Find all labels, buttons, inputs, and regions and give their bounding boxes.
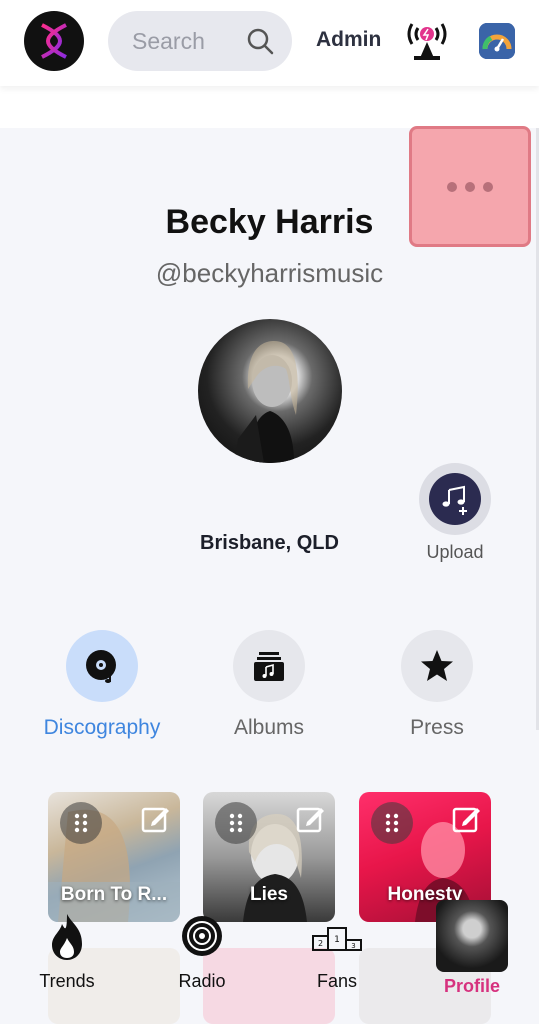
nav-trends[interactable]: Trends — [34, 912, 100, 992]
album-card-born-to-rise[interactable]: Born To R... — [48, 792, 180, 922]
artist-handle: @beckyharrismusic — [155, 258, 384, 288]
album-card-lies[interactable]: Lies — [203, 792, 335, 922]
more-dot — [465, 181, 475, 192]
tab-press-circle — [401, 630, 473, 702]
album-title: Lies — [249, 884, 289, 905]
search-bar[interactable] — [108, 11, 292, 71]
search-icon[interactable] — [246, 27, 274, 55]
drag-handle[interactable] — [215, 802, 257, 844]
nav-trends-label: Trends — [39, 971, 95, 991]
header-spacer — [0, 86, 539, 128]
tab-discography[interactable]: Discography — [17, 630, 187, 740]
svg-text:1: 1 — [334, 935, 340, 945]
tab-discography-circle — [66, 630, 138, 702]
nav-radio-label: Radio — [178, 971, 226, 991]
nav-profile-label: Profile — [443, 976, 500, 996]
drag-dots-icon — [74, 813, 88, 833]
top-bar: Admin — [0, 0, 539, 86]
app-logo[interactable] — [24, 11, 84, 71]
drag-handle[interactable] — [371, 802, 413, 844]
dashboard-gauge-icon[interactable] — [479, 23, 515, 59]
broadcast-tower-icon[interactable] — [404, 18, 450, 62]
podium-icon: 1 2 3 — [312, 927, 362, 951]
tab-discography-label: Discography — [43, 716, 161, 739]
tab-albums-label: Albums — [233, 716, 305, 739]
edit-icon[interactable] — [451, 804, 481, 834]
svg-text:2: 2 — [318, 939, 323, 948]
logo-icon — [40, 23, 68, 59]
search-input[interactable] — [132, 27, 232, 55]
nav-fans[interactable]: 1 2 3 Fans — [308, 912, 366, 992]
music-plus-icon — [442, 485, 467, 515]
flame-icon — [52, 914, 82, 960]
nav-profile[interactable]: Profile — [436, 900, 508, 997]
admin-link[interactable]: Admin — [316, 28, 381, 52]
artist-avatar[interactable] — [198, 319, 342, 463]
tab-press[interactable]: Press — [352, 630, 522, 740]
artist-name: Becky Harris — [165, 203, 374, 241]
drag-dots-icon — [385, 813, 399, 833]
nav-radio[interactable]: Radio — [172, 912, 232, 992]
album-stack-icon — [254, 652, 284, 681]
tab-albums-circle — [233, 630, 305, 702]
avatar-image — [234, 341, 298, 463]
edit-icon[interactable] — [140, 804, 170, 834]
nav-fans-label: Fans — [316, 971, 358, 991]
album-title: Born To R... — [60, 884, 168, 905]
profile-thumbnail — [436, 900, 508, 972]
upload-button[interactable] — [419, 463, 491, 535]
tab-press-label: Press — [410, 716, 464, 739]
star-icon — [421, 650, 453, 681]
drag-dots-icon — [229, 813, 243, 833]
radio-icon — [182, 916, 222, 956]
upload-icon-bg — [429, 473, 481, 525]
more-dot — [483, 181, 493, 192]
svg-text:3: 3 — [351, 942, 355, 950]
vinyl-record-icon — [86, 650, 116, 683]
tab-albums[interactable]: Albums — [184, 630, 354, 740]
edit-icon[interactable] — [295, 804, 325, 834]
more-dots-icon — [447, 181, 457, 192]
drag-handle[interactable] — [60, 802, 102, 844]
upload-label: Upload — [426, 542, 484, 562]
